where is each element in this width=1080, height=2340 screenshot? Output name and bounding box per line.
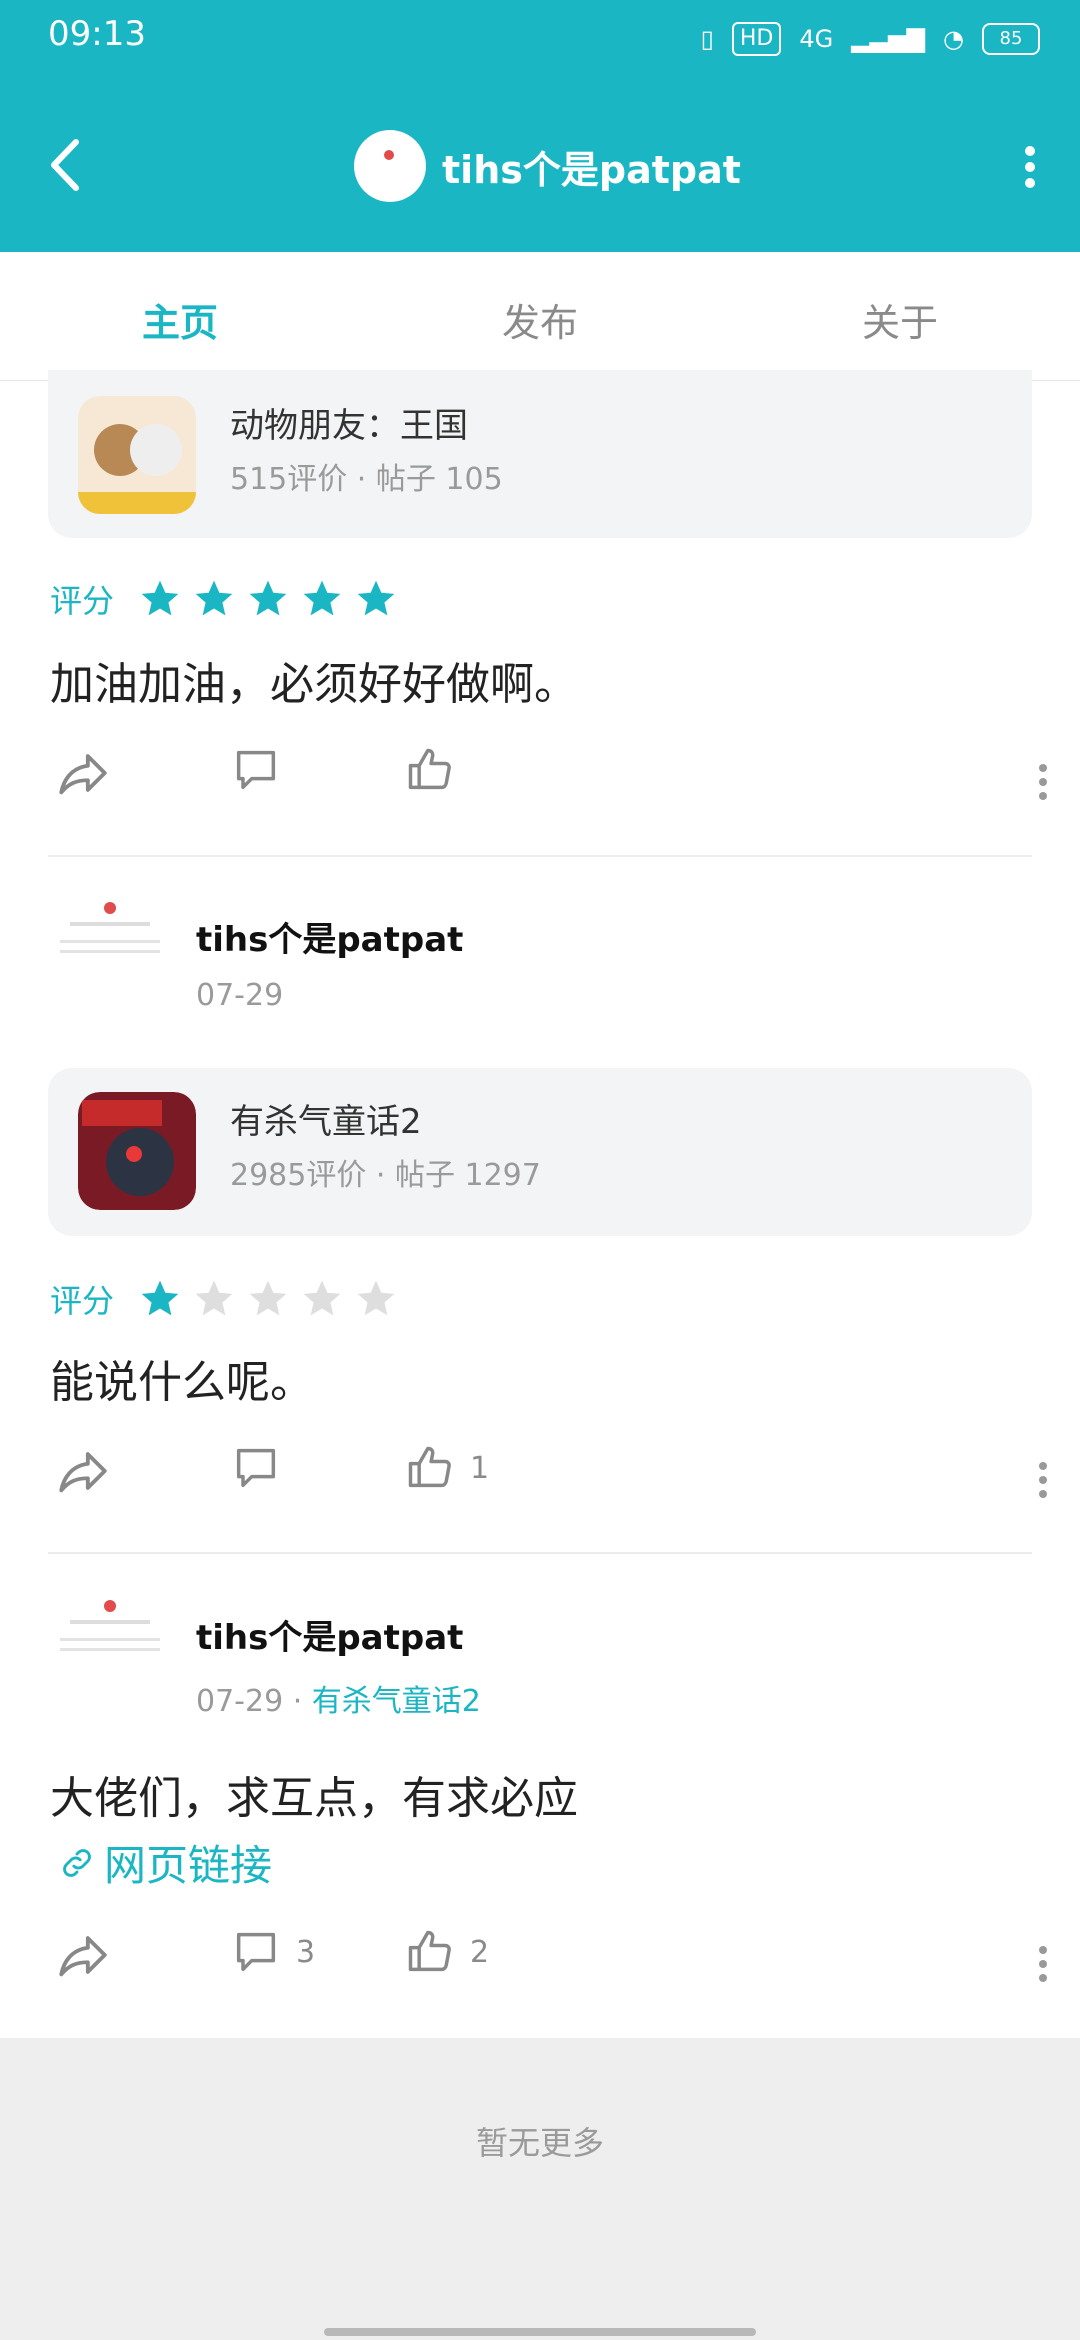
tab-bar: 主页 发布 关于 — [0, 252, 1080, 381]
signal-icon: ▂▃▅▇ — [851, 25, 926, 53]
post-more-icon[interactable] — [1036, 1456, 1050, 1510]
comment-icon — [236, 1448, 276, 1488]
game-stats: 515评价 · 帖子 105 — [230, 462, 503, 497]
star-icon — [195, 580, 233, 616]
game-icon — [78, 1092, 196, 1210]
share-button[interactable] — [54, 744, 112, 802]
web-link-label: 网页链接 — [104, 1841, 273, 1890]
share-icon — [59, 754, 107, 795]
rating-label: 评分 — [50, 1282, 115, 1320]
share-button[interactable] — [54, 1442, 112, 1500]
comment-count: 3 — [296, 1934, 316, 1970]
post-meta: 07-29 · 有杀气童话2 — [196, 1676, 481, 1720]
share-icon — [59, 1936, 107, 1977]
avatar[interactable] — [50, 888, 170, 1008]
status-time: 09:13 — [48, 14, 146, 54]
thumbs-up-icon — [408, 1446, 451, 1488]
star-icon — [357, 1280, 395, 1316]
star-icon — [249, 580, 287, 616]
hd-icon: HD — [731, 22, 782, 56]
star-icon — [357, 580, 395, 616]
post-date: 07-29 — [196, 1684, 284, 1719]
game-name: 有杀气童话2 — [230, 1102, 422, 1142]
game-card[interactable]: 有杀气童话2 2985评价 · 帖子 1297 — [48, 1068, 1032, 1236]
rating: 评分 — [50, 1276, 398, 1322]
post-text: 加油加油，必须好好做啊。 — [50, 659, 578, 710]
game-stats: 2985评价 · 帖子 1297 — [230, 1158, 541, 1193]
post-date: 07-29 — [196, 978, 284, 1013]
network-label: 4G — [799, 25, 834, 53]
web-link[interactable]: 网页链接 — [58, 1832, 272, 1893]
star-icon — [141, 580, 179, 616]
comment-icon — [236, 1932, 276, 1972]
game-name: 动物朋友：王国 — [230, 406, 468, 446]
avatar[interactable] — [50, 1586, 170, 1706]
rating: 评分 — [50, 576, 398, 622]
post-actions — [0, 744, 1080, 824]
user-name[interactable]: tihs个是patpat — [196, 912, 463, 961]
no-more-text: 暂无更多 — [475, 2124, 604, 2162]
divider — [48, 855, 1032, 857]
like-count: 2 — [470, 1934, 490, 1970]
like-button[interactable] — [404, 744, 470, 796]
share-icon — [59, 1452, 107, 1493]
avatar[interactable] — [354, 130, 426, 202]
profile-title: tihs个是patpat — [354, 130, 741, 202]
star-icon — [141, 1280, 179, 1316]
back-icon[interactable] — [40, 130, 100, 200]
comment-button[interactable] — [230, 1442, 296, 1494]
share-button[interactable] — [54, 1926, 112, 1984]
meta-separator: · — [283, 1684, 312, 1719]
like-button[interactable]: 1 — [404, 1442, 489, 1494]
wifi-icon: ◔ — [943, 25, 964, 53]
status-bar: 09:13 ▯ HD 4G ▂▃▅▇ ◔ 85 — [0, 0, 1080, 80]
list-footer: 暂无更多 — [0, 2038, 1080, 2340]
page-title: tihs个是patpat — [442, 147, 741, 192]
app-bar: tihs个是patpat — [0, 80, 1080, 252]
star-icon — [195, 1280, 233, 1316]
status-icons: ▯ HD 4G ▂▃▅▇ ◔ 85 — [701, 22, 1040, 56]
game-link[interactable]: 有杀气童话2 — [312, 1684, 481, 1719]
vibrate-icon: ▯ — [700, 25, 714, 53]
post-actions: 3 2 — [0, 1926, 1080, 2006]
like-button[interactable]: 2 — [404, 1926, 489, 1978]
tab-about[interactable]: 关于 — [800, 292, 1000, 347]
star-icon — [303, 1280, 341, 1316]
thumbs-up-icon — [408, 1930, 451, 1972]
comment-button[interactable] — [230, 744, 296, 796]
thumbs-up-icon — [408, 748, 451, 790]
game-icon — [78, 396, 196, 514]
post-text: 大佬们，求互点，有求必应 — [50, 1773, 578, 1824]
comment-icon — [236, 750, 276, 790]
tab-home[interactable]: 主页 — [80, 292, 280, 347]
post-more-icon[interactable] — [1036, 1940, 1050, 1994]
post-text: 能说什么呢。 — [50, 1357, 314, 1408]
link-icon — [63, 1848, 91, 1877]
battery-icon: 85 — [982, 23, 1040, 55]
post-actions: 1 — [0, 1442, 1080, 1522]
tab-posts[interactable]: 发布 — [440, 292, 640, 347]
star-icon — [249, 1280, 287, 1316]
more-options-icon[interactable] — [1020, 140, 1040, 200]
user-name[interactable]: tihs个是patpat — [196, 1610, 463, 1659]
like-count: 1 — [470, 1450, 490, 1486]
home-indicator[interactable] — [324, 2328, 756, 2336]
star-icon — [303, 580, 341, 616]
game-card[interactable]: 动物朋友：王国 515评价 · 帖子 105 — [48, 370, 1032, 538]
post-more-icon[interactable] — [1036, 758, 1050, 812]
comment-button[interactable]: 3 — [230, 1926, 315, 1978]
rating-label: 评分 — [50, 582, 115, 620]
divider — [48, 1552, 1032, 1554]
